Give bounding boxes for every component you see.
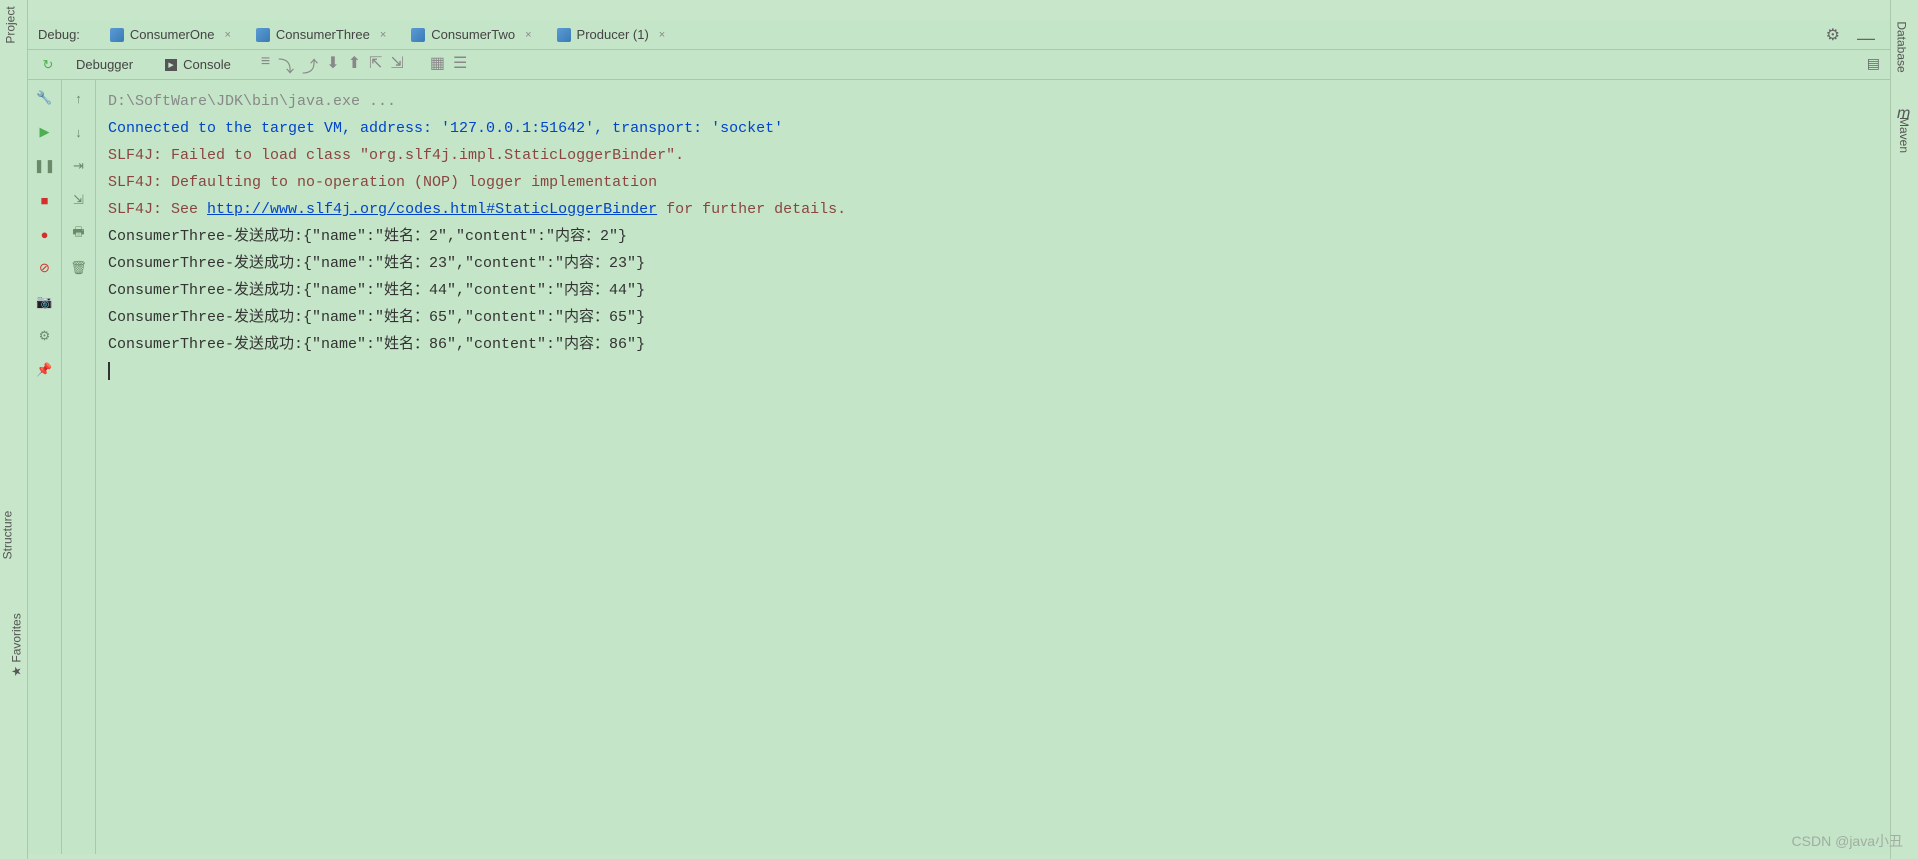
scroll-up-icon[interactable]: ↑	[69, 88, 89, 108]
watermark: CSDN @java小丑	[1792, 831, 1903, 851]
console-line: ConsumerThree-发送成功:{"name":"姓名：86","cont…	[108, 331, 1878, 358]
sidebar-favorites[interactable]: ★ Favorites	[10, 613, 24, 676]
debug-header: Debug: ConsumerOne × ConsumerThree × Con…	[28, 20, 1890, 50]
layout-icon[interactable]: ▤	[1867, 55, 1880, 72]
debugger-tab[interactable]: Debugger	[64, 53, 145, 76]
console-line: ConsumerThree-发送成功:{"name":"姓名：23","cont…	[108, 250, 1878, 277]
debug-tab-label: Producer (1)	[577, 27, 649, 42]
camera-icon[interactable]: 📷	[35, 292, 55, 312]
debug-settings-icon[interactable]: ⚙	[1826, 25, 1840, 45]
close-icon[interactable]: ×	[659, 29, 665, 41]
close-icon[interactable]: ×	[380, 29, 386, 41]
mid-console-tools: ↑ ↓ ⇥ ⇲ 🖶 🗑	[62, 80, 96, 854]
debug-tab-label: ConsumerThree	[276, 27, 370, 42]
process-icon	[557, 28, 571, 42]
scroll-end-icon[interactable]: ⇲	[69, 190, 89, 210]
debug-tab-label: ConsumerOne	[130, 27, 215, 42]
process-icon	[411, 28, 425, 42]
soft-wrap-icon[interactable]: ⇥	[69, 156, 89, 176]
scroll-down-icon[interactable]: ↓	[69, 122, 89, 142]
print-icon[interactable]: 🖶	[69, 224, 89, 244]
console-output[interactable]: D:\SoftWare\JDK\bin\java.exe ... Connect…	[96, 80, 1890, 854]
close-icon[interactable]: ×	[224, 29, 230, 41]
step-into-icon[interactable]: ⤵	[278, 53, 294, 77]
sidebar-database[interactable]: Database	[1895, 21, 1909, 72]
drop-frame-icon[interactable]: ⇱	[369, 53, 382, 77]
process-icon	[256, 28, 270, 42]
mute-breakpoints-icon[interactable]: ⊘	[35, 258, 55, 278]
debug-tab-consumerthree[interactable]: ConsumerThree ×	[246, 23, 396, 46]
step-over-icon[interactable]: ≡	[261, 53, 270, 77]
sidebar-maven[interactable]: Maven	[1897, 117, 1911, 153]
step-out-icon[interactable]: ⤴	[302, 53, 318, 77]
pause-icon[interactable]: ❚❚	[35, 156, 55, 176]
sidebar-structure[interactable]: Structure	[0, 511, 14, 560]
calculator-icon[interactable]: ▦	[430, 53, 445, 77]
run-to-cursor-icon[interactable]: ⬆	[348, 53, 361, 77]
clear-icon[interactable]: 🗑	[69, 258, 89, 278]
console-line: Connected to the target VM, address: '12…	[108, 115, 1878, 142]
console-tab-label: Console	[183, 57, 231, 72]
trace-icon[interactable]: ☰	[453, 53, 467, 77]
console-indicator-icon	[165, 59, 177, 71]
wrench-icon[interactable]: 🔧	[35, 88, 55, 108]
breakpoint-icon[interactable]: ●	[35, 224, 55, 244]
settings-icon[interactable]: ⚙	[35, 326, 55, 346]
slf4j-link[interactable]: http://www.slf4j.org/codes.html#StaticLo…	[207, 201, 657, 218]
console-line: ConsumerThree-发送成功:{"name":"姓名：2","conte…	[108, 223, 1878, 250]
close-icon[interactable]: ×	[525, 29, 531, 41]
console-line: SLF4J: Failed to load class "org.slf4j.i…	[108, 142, 1878, 169]
console-line: ConsumerThree-发送成功:{"name":"姓名：44","cont…	[108, 277, 1878, 304]
force-step-icon[interactable]: ⬇	[326, 53, 339, 77]
debug-tab-label: ConsumerTwo	[431, 27, 515, 42]
debug-tab-consumerone[interactable]: ConsumerOne ×	[100, 23, 241, 46]
left-debug-tools: 🔧 ▶ ❚❚ ■ ● ⊘ 📷 ⚙ 📌	[28, 80, 62, 854]
stop-icon[interactable]: ■	[35, 190, 55, 210]
process-icon	[110, 28, 124, 42]
console-line: SLF4J: See http://www.slf4j.org/codes.ht…	[108, 196, 1878, 223]
debug-tab-producer[interactable]: Producer (1) ×	[547, 23, 676, 46]
tool-row: ↻ Debugger Console ≡ ⤵ ⤴ ⬇ ⬆ ⇱ ⇲ ▦ ☰ ▤	[28, 50, 1890, 80]
debug-minimize-icon[interactable]: —	[1857, 28, 1875, 49]
debugger-tab-label: Debugger	[76, 57, 133, 72]
debug-tab-consumertwo[interactable]: ConsumerTwo ×	[401, 23, 541, 46]
console-line: D:\SoftWare\JDK\bin\java.exe ...	[108, 88, 1878, 115]
cursor	[108, 362, 110, 380]
pin-icon[interactable]: 📌	[35, 360, 55, 380]
console-tab[interactable]: Console	[153, 53, 243, 76]
sidebar-project[interactable]: Project	[4, 6, 18, 43]
console-line: SLF4J: Defaulting to no-operation (NOP) …	[108, 169, 1878, 196]
evaluate-icon[interactable]: ⇲	[390, 53, 403, 77]
resume-icon[interactable]: ▶	[35, 122, 55, 142]
debug-label: Debug:	[38, 27, 80, 42]
console-line: ConsumerThree-发送成功:{"name":"姓名：65","cont…	[108, 304, 1878, 331]
rerun-icon[interactable]: ↻	[36, 53, 60, 77]
debug-panel: Debug: ConsumerOne × ConsumerThree × Con…	[28, 20, 1890, 854]
